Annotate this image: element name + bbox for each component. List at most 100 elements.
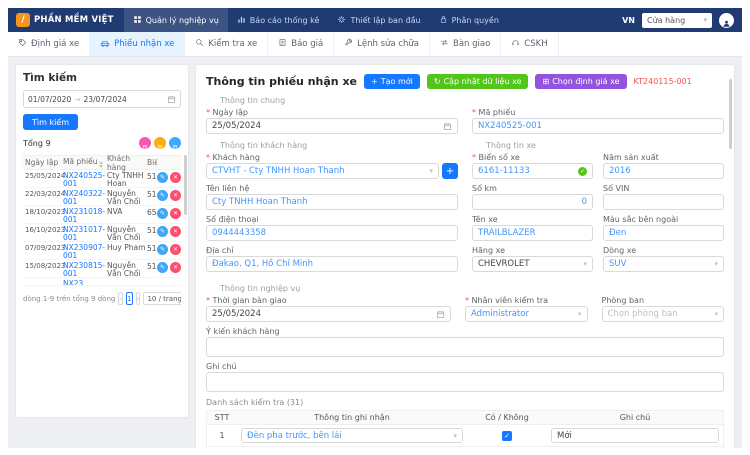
edit-row-button[interactable]: ✎: [157, 244, 168, 255]
so-vin-input[interactable]: [603, 194, 724, 210]
row-code-link[interactable]: NX230815-001: [63, 262, 107, 278]
row-date: 15/08/2023: [23, 262, 63, 270]
customer-column: Thông tin khách hàng Khách hàng CTVHT - …: [206, 139, 458, 277]
update-vehicle-data-button[interactable]: ↻Cập nhật dữ liệu xe: [427, 74, 529, 89]
export-buttons: [139, 137, 181, 149]
user-icon: [722, 13, 731, 32]
yes-no-checkbox[interactable]: ✓: [502, 431, 512, 441]
ghi-chu-textarea[interactable]: [206, 372, 724, 392]
table-row[interactable]: 15/08/2023 NX230815-001 Nguyễn Văn Chối …: [23, 260, 181, 278]
delete-row-button[interactable]: ✕: [170, 262, 181, 273]
row-code-link[interactable]: NX230907-001: [63, 244, 107, 260]
print-button[interactable]: [169, 137, 181, 149]
mau-sac-input[interactable]: Đen: [603, 225, 724, 241]
tab-ban-giao[interactable]: Bàn giao: [430, 32, 501, 56]
tab-bao-gia[interactable]: Báo giá: [268, 32, 334, 56]
row-code-link[interactable]: NX231018-001: [63, 208, 107, 224]
left-panel-scrollbar[interactable]: [184, 155, 187, 215]
edit-row-button[interactable]: ✎: [157, 190, 168, 201]
field-label: Ghi chú: [206, 362, 724, 371]
row-code-link[interactable]: NX240322-001: [63, 190, 107, 206]
language-label[interactable]: VN: [622, 16, 635, 25]
create-new-button[interactable]: +Tạo mới: [364, 74, 420, 89]
column-header-plate[interactable]: Biển số: [147, 158, 157, 167]
export-excel-button[interactable]: [154, 137, 166, 149]
table-row[interactable]: 22/03/2024 NX240322-001 Nguyễn Văn Chối …: [23, 188, 181, 206]
field-ten-xe: Tên xe TRAILBLAZER: [472, 215, 593, 241]
table-row[interactable]: 25/05/2024 NX240525-001 Cty TNHH Hoan Th…: [23, 170, 181, 188]
prev-page-button[interactable]: ‹: [118, 292, 123, 305]
ma-phieu-input[interactable]: NX240525-001: [472, 118, 724, 134]
row-code-link[interactable]: NX23: [63, 280, 107, 286]
tab-lenh-sua-chua[interactable]: Lệnh sửa chữa: [334, 32, 430, 56]
table-row[interactable]: 16/10/2023 NX231017-001 Nguyễn Văn Chối …: [23, 224, 181, 242]
nam-san-xuat-input[interactable]: 2016: [603, 163, 724, 179]
table-row[interactable]: 18/10/2023 NX231018-001 NVA 65 ✎✕: [23, 206, 181, 224]
tab-label: Bàn giao: [453, 39, 490, 49]
pick-valuation-button[interactable]: ⊞Chọn định giá xe: [535, 74, 626, 89]
tab-kiem-tra-xe[interactable]: Kiểm tra xe: [185, 32, 268, 56]
ten-xe-input[interactable]: TRAILBLAZER: [472, 225, 593, 241]
field-label: Khách hàng: [206, 153, 458, 162]
menu-label: Thiết lập ban đầu: [350, 16, 420, 25]
module-tabbar: Định giá xe Phiếu nhận xe Kiểm tra xe Bá…: [8, 32, 742, 57]
next-page-button[interactable]: ›: [136, 292, 141, 305]
bien-so-input[interactable]: 6161-11133 ✓: [472, 163, 593, 179]
nhan-vien-kiem-tra-select[interactable]: Administrator ▾: [465, 306, 588, 322]
column-header-code[interactable]: Mã phiếu: [63, 157, 107, 168]
table-row[interactable]: 07/09/2023 NX230907-001 Huy Pham 51 ✎✕: [23, 242, 181, 260]
form-header: Thông tin phiếu nhận xe +Tạo mới ↻Cập nh…: [206, 73, 724, 89]
edit-row-button[interactable]: ✎: [157, 208, 168, 219]
ten-lien-he-input[interactable]: Cty TNHH Hoan Thanh: [206, 194, 458, 210]
column-header-customer[interactable]: Khách hàng: [107, 154, 147, 172]
ngay-lap-datepicker[interactable]: 25/05/2024: [206, 118, 458, 134]
tab-dinh-gia-xe[interactable]: Định giá xe: [8, 32, 90, 56]
table-row[interactable]: NX23: [23, 278, 181, 286]
so-km-input[interactable]: 0: [472, 194, 593, 210]
field-label: Năm sản xuất: [603, 153, 724, 162]
user-avatar-button[interactable]: [719, 13, 734, 28]
field-label: Biển số xe: [472, 153, 593, 162]
delete-row-button[interactable]: ✕: [170, 190, 181, 201]
khach-hang-select[interactable]: CTVHT - Cty TNHH Hoan Thanh ▾: [206, 163, 439, 179]
edit-row-button[interactable]: ✎: [157, 262, 168, 273]
phong-ban-select[interactable]: Chọn phòng ban ▾: [602, 306, 725, 322]
hang-xe-select[interactable]: CHEVROLET ▾: [472, 256, 593, 272]
bar-chart-icon: [237, 15, 246, 26]
store-select[interactable]: Cửa hàng ▾: [642, 13, 712, 28]
dia-chi-input[interactable]: Đakao, Q1, Hồ Chí Minh: [206, 256, 458, 272]
checklist-note-input[interactable]: Mới: [551, 428, 719, 443]
row-code-link[interactable]: NX240525-001: [63, 172, 107, 188]
field-ghi-chu: Ghi chú: [206, 362, 724, 392]
menu-thiet-lap-ban-dau[interactable]: Thiết lập ban đầu: [328, 8, 429, 32]
date-range-picker[interactable]: 01/07/2020 → 23/07/2024: [23, 90, 181, 108]
search-panel: Tìm kiếm 01/07/2020 → 23/07/2024 Tìm kiế…: [16, 65, 188, 417]
page-size-select[interactable]: 10 / trang▾: [143, 292, 181, 305]
delete-row-button[interactable]: ✕: [170, 226, 181, 237]
add-customer-button[interactable]: +: [442, 163, 458, 179]
page-number-button[interactable]: 1: [126, 292, 132, 305]
so-dien-thoai-input[interactable]: 0944443358: [206, 225, 458, 241]
delete-row-button[interactable]: ✕: [170, 208, 181, 219]
field-phong-ban: Phòng ban Chọn phòng ban ▾: [602, 296, 725, 322]
thoi-gian-ban-giao-datepicker[interactable]: 25/05/2024: [206, 306, 451, 322]
edit-row-button[interactable]: ✎: [157, 172, 168, 183]
delete-row-button[interactable]: ✕: [170, 172, 181, 183]
row-code-link[interactable]: NX231017-001: [63, 226, 107, 242]
edit-row-button[interactable]: ✎: [157, 226, 168, 237]
export-pdf-button[interactable]: [139, 137, 151, 149]
main-panel-scrollbar[interactable]: [729, 79, 732, 149]
delete-row-button[interactable]: ✕: [170, 244, 181, 255]
search-button[interactable]: Tìm kiếm: [23, 114, 78, 130]
field-so-vin: Số VIN: [603, 184, 724, 210]
store-select-value: Cửa hàng: [647, 16, 685, 25]
tab-cskh[interactable]: CSKH: [501, 32, 558, 56]
menu-bao-cao-thong-ke[interactable]: Báo cáo thống kê: [228, 8, 329, 32]
menu-quan-ly-nghiep-vu[interactable]: Quản lý nghiệp vụ: [124, 8, 228, 32]
tab-phieu-nhan-xe[interactable]: Phiếu nhận xe: [90, 32, 185, 56]
menu-phan-quyen[interactable]: Phân quyền: [430, 8, 508, 32]
checklist-item-select[interactable]: Đèn pha trước, bên lái▾: [241, 428, 463, 443]
y-kien-textarea[interactable]: [206, 337, 724, 357]
column-header-date[interactable]: Ngày lập: [23, 158, 63, 167]
dong-xe-select[interactable]: SUV ▾: [603, 256, 724, 272]
